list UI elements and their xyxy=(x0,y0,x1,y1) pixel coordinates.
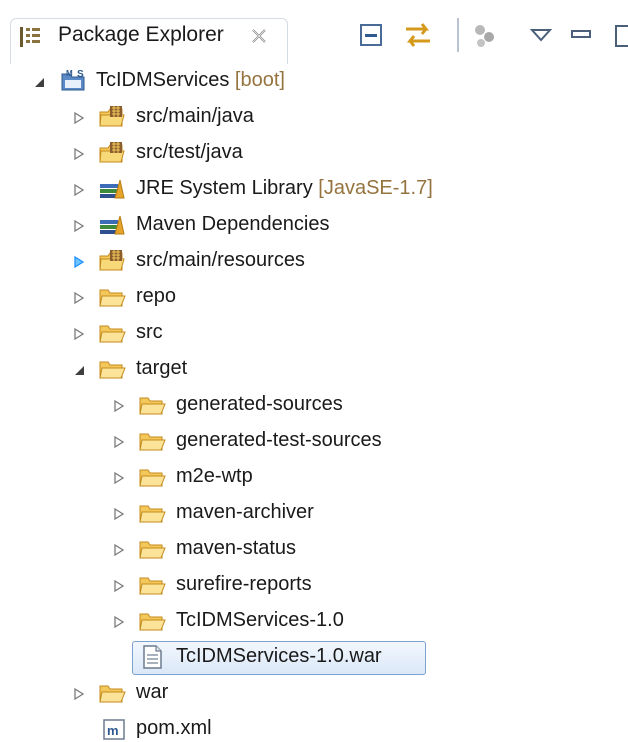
tree-item-label: war xyxy=(136,681,169,703)
folder-icon xyxy=(99,289,126,307)
tree-item-label: maven-status xyxy=(176,537,297,559)
collapsed-arrow-icon[interactable] xyxy=(112,471,126,485)
tree-item-label: pom.xml xyxy=(136,717,212,739)
minimize-icon[interactable] xyxy=(568,19,596,51)
tree-item-src-test-java[interactable]: src/test/java xyxy=(0,136,628,172)
package-explorer-icon xyxy=(20,27,40,47)
filters-icon[interactable] xyxy=(470,19,500,51)
collapsed-arrow-icon[interactable] xyxy=(112,435,126,449)
tree-item-label: surefire-reports xyxy=(176,573,312,595)
library-icon xyxy=(100,179,125,199)
maximize-icon[interactable] xyxy=(610,19,628,51)
collapsed-arrow-icon[interactable] xyxy=(72,687,86,701)
collapsed-arrow-icon[interactable] xyxy=(72,183,86,197)
expanded-arrow-icon[interactable] xyxy=(32,75,46,89)
folder-icon xyxy=(139,577,166,595)
tree-item-src[interactable]: src xyxy=(0,316,628,352)
folder-icon xyxy=(139,397,166,415)
view-header: Package Explorer xyxy=(0,0,628,64)
tree-item-war[interactable]: war xyxy=(0,676,628,712)
collapsed-arrow-icon[interactable] xyxy=(72,255,86,269)
folder-icon xyxy=(139,613,166,631)
tree-item-tcidmservices-folder[interactable]: TcIDMServices-1.0 xyxy=(0,604,628,640)
tree-item-label: src/main/resources xyxy=(136,249,305,271)
tree-item-label: target xyxy=(136,357,188,379)
toolbar-separator xyxy=(457,18,459,52)
maven-project-icon: M S xyxy=(61,69,85,91)
tree-item-pom-xml[interactable]: m pom.xml xyxy=(0,712,628,742)
link-with-editor-icon[interactable] xyxy=(400,19,436,51)
tree-item-label: TcIDMServices-1.0.war xyxy=(176,645,382,667)
tree-item-surefire-reports[interactable]: surefire-reports xyxy=(0,568,628,604)
folder-icon xyxy=(99,325,126,343)
tree-item-label: repo xyxy=(136,285,177,307)
svg-text:M: M xyxy=(66,69,73,78)
tree-item-label: TcIDMServices-1.0 xyxy=(176,609,344,631)
collapsed-arrow-icon[interactable] xyxy=(112,507,126,521)
collapse-all-icon[interactable] xyxy=(357,19,387,51)
tree-item-label: m2e-wtp xyxy=(176,465,253,487)
collapsed-arrow-icon[interactable] xyxy=(112,579,126,593)
collapsed-arrow-icon[interactable] xyxy=(72,291,86,305)
folder-icon xyxy=(99,685,126,703)
source-folder-icon xyxy=(99,142,125,163)
tree-item-target[interactable]: target xyxy=(0,352,628,388)
project-decoration: [boot] xyxy=(229,69,285,91)
close-icon[interactable] xyxy=(250,27,268,45)
collapsed-arrow-icon[interactable] xyxy=(112,543,126,557)
source-folder-icon xyxy=(99,106,125,127)
tree-item-generated-test-sources[interactable]: generated-test-sources xyxy=(0,424,628,460)
collapsed-arrow-icon[interactable] xyxy=(112,615,126,629)
view-menu-icon[interactable] xyxy=(528,19,554,51)
folder-icon xyxy=(139,433,166,451)
tree-item-maven-dependencies[interactable]: Maven Dependencies xyxy=(0,208,628,244)
svg-text:S: S xyxy=(77,69,84,80)
collapsed-arrow-icon[interactable] xyxy=(72,327,86,341)
tree-item-label: src xyxy=(136,321,163,343)
tree-item-project[interactable]: M S TcIDMServices [boot] xyxy=(0,64,628,100)
maven-pom-icon: m xyxy=(103,719,125,740)
tree-item-label: Maven Dependencies xyxy=(136,213,330,235)
tree-item-label: src/main/java xyxy=(136,105,254,127)
collapsed-arrow-icon[interactable] xyxy=(72,111,86,125)
project-name: TcIDMServices xyxy=(96,69,230,91)
tree-item-tcidmservices-war[interactable]: TcIDMServices-1.0.war xyxy=(0,640,628,676)
tree-item-label: src/test/java xyxy=(136,141,243,163)
tree-item-maven-archiver[interactable]: maven-archiver xyxy=(0,496,628,532)
tree-item-label: maven-archiver xyxy=(176,501,314,523)
folder-icon xyxy=(139,505,166,523)
tree-item-m2e-wtp[interactable]: m2e-wtp xyxy=(0,460,628,496)
tree-item-maven-status[interactable]: maven-status xyxy=(0,532,628,568)
svg-text:m: m xyxy=(107,723,119,738)
collapsed-arrow-icon[interactable] xyxy=(72,219,86,233)
tree-item-generated-sources[interactable]: generated-sources xyxy=(0,388,628,424)
tree-item-repo[interactable]: repo xyxy=(0,280,628,316)
folder-icon xyxy=(99,361,126,379)
file-icon xyxy=(143,645,162,669)
tree-item-src-main-java[interactable]: src/main/java xyxy=(0,100,628,136)
tree-item-label: generated-sources xyxy=(176,393,343,415)
collapsed-arrow-icon[interactable] xyxy=(72,147,86,161)
tree-item-label: generated-test-sources xyxy=(176,429,382,451)
tree-item-label: JRE System Library xyxy=(136,177,313,199)
folder-icon xyxy=(139,541,166,559)
view-title: Package Explorer xyxy=(58,23,224,46)
expanded-arrow-icon[interactable] xyxy=(72,363,86,377)
tree-item-src-main-resources[interactable]: src/main/resources xyxy=(0,244,628,280)
tree-item-decoration: [JavaSE-1.7] xyxy=(312,177,433,199)
collapsed-arrow-icon[interactable] xyxy=(112,399,126,413)
source-folder-icon xyxy=(99,250,125,271)
tree-item-jre-system-library[interactable]: JRE System Library [JavaSE-1.7] xyxy=(0,172,628,208)
library-icon xyxy=(100,215,125,235)
folder-icon xyxy=(139,469,166,487)
